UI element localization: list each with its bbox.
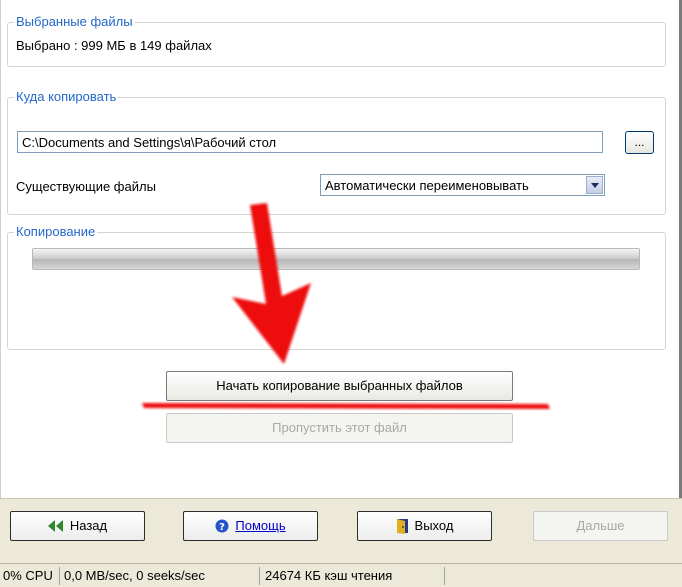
- wizard-nav-bar: Назад ? Помощь Выход Дальше: [0, 498, 682, 564]
- existing-files-value: Автоматически переименовывать: [325, 178, 529, 193]
- browse-button[interactable]: ...: [625, 131, 654, 154]
- double-chevron-left-icon: [47, 520, 63, 532]
- copy-progress-bar: [32, 248, 640, 270]
- help-icon: ?: [215, 519, 229, 533]
- status-io: 0,0 MB/sec, 0 seeks/sec: [64, 568, 205, 583]
- exit-label: Выход: [414, 518, 454, 533]
- door-icon: [396, 519, 408, 534]
- start-copy-button[interactable]: Начать копирование выбранных файлов: [166, 371, 513, 401]
- status-separator: [59, 567, 60, 585]
- status-separator: [444, 567, 445, 585]
- svg-text:?: ?: [219, 522, 225, 533]
- destination-title: Куда копировать: [14, 89, 119, 105]
- help-label: Помощь: [235, 518, 286, 533]
- selected-files-group: Выбранные файлы Выбрано : 999 МБ в 149 ф…: [7, 14, 666, 67]
- existing-files-select[interactable]: Автоматически переименовывать: [320, 174, 605, 196]
- annotation-underline: [142, 403, 550, 409]
- help-button[interactable]: ? Помощь: [183, 511, 318, 541]
- next-button[interactable]: Дальше: [533, 511, 668, 541]
- status-cache: 24674 КБ кэш чтения: [265, 568, 393, 583]
- status-separator: [259, 567, 260, 585]
- panel-border-left: [0, 0, 1, 498]
- existing-files-label: Существующие файлы: [16, 179, 156, 194]
- copying-group: Копирование: [7, 224, 666, 350]
- main-panel: Выбранные файлы Выбрано : 999 МБ в 149 ф…: [0, 0, 682, 498]
- skip-file-button[interactable]: Пропустить этот файл: [166, 413, 513, 443]
- destination-path-input[interactable]: C:\Documents and Settings\я\Рабочий стол: [17, 131, 603, 153]
- selected-files-title: Выбранные файлы: [14, 14, 135, 30]
- status-cpu: 0% CPU: [3, 568, 53, 583]
- copying-title: Копирование: [14, 224, 98, 240]
- selected-files-summary: Выбрано : 999 МБ в 149 файлах: [16, 38, 212, 53]
- back-button[interactable]: Назад: [10, 511, 145, 541]
- status-bar: 0% CPU 0,0 MB/sec, 0 seeks/sec 24674 КБ …: [0, 563, 682, 587]
- back-label: Назад: [69, 518, 108, 533]
- destination-group: Куда копировать C:\Documents and Setting…: [7, 89, 666, 215]
- chevron-down-icon[interactable]: [586, 176, 603, 194]
- exit-button[interactable]: Выход: [357, 511, 492, 541]
